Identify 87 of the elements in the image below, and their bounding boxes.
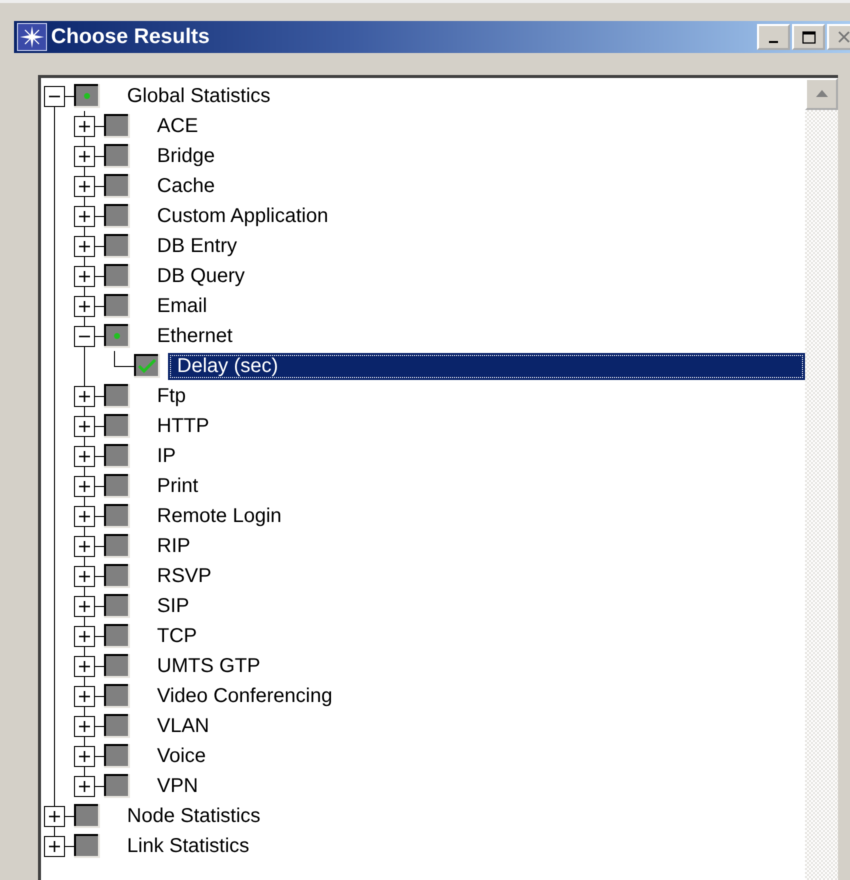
expand-icon[interactable]	[74, 236, 95, 257]
expand-icon[interactable]	[74, 266, 95, 287]
expand-icon[interactable]	[74, 116, 95, 137]
checkbox[interactable]	[104, 504, 130, 528]
tree-item[interactable]: Global Statistics	[118, 82, 280, 110]
expand-icon[interactable]	[74, 596, 95, 617]
tree-item[interactable]: IP	[148, 442, 185, 470]
tree-item[interactable]: DB Query	[148, 262, 254, 290]
expand-icon[interactable]	[74, 566, 95, 587]
tree-item[interactable]: DB Entry	[148, 232, 246, 260]
minimize-button[interactable]	[757, 24, 790, 50]
expand-icon[interactable]	[74, 476, 95, 497]
tree-item[interactable]: SIP	[148, 592, 198, 620]
maximize-button[interactable]	[792, 24, 825, 50]
expand-icon[interactable]	[74, 686, 95, 707]
checkbox[interactable]	[104, 234, 130, 258]
tree-item[interactable]: Bridge	[148, 142, 224, 170]
expand-icon[interactable]	[44, 836, 65, 857]
expand-icon[interactable]	[74, 776, 95, 797]
checkbox[interactable]	[104, 744, 130, 768]
checkbox[interactable]	[104, 564, 130, 588]
expand-icon[interactable]	[74, 446, 95, 467]
tree-item[interactable]: ACE	[148, 112, 208, 140]
checkbox[interactable]	[104, 444, 130, 468]
expand-icon[interactable]	[74, 386, 95, 407]
tree-item[interactable]: Ftp	[148, 382, 195, 410]
checkbox[interactable]	[74, 84, 100, 108]
tree-item[interactable]: Custom Application	[148, 202, 338, 230]
scroll-up-button[interactable]	[805, 78, 838, 110]
tree-item[interactable]: VPN	[148, 772, 208, 800]
tree-item[interactable]: RSVP	[148, 562, 220, 590]
tree-item[interactable]: Link Statistics	[118, 832, 258, 860]
tree-item[interactable]: Node Statistics	[118, 802, 270, 830]
scrollbar[interactable]	[805, 78, 838, 880]
tree-item[interactable]: VLAN	[148, 712, 218, 740]
expand-icon[interactable]	[74, 746, 95, 767]
checkbox[interactable]	[104, 624, 130, 648]
tree-item[interactable]: Cache	[148, 172, 224, 200]
checkbox[interactable]	[104, 474, 130, 498]
tree-item[interactable]: Voice	[148, 742, 215, 770]
checkbox[interactable]	[104, 684, 130, 708]
checkbox[interactable]	[104, 594, 130, 618]
checkbox[interactable]	[104, 774, 130, 798]
checkbox[interactable]	[74, 834, 100, 858]
checkbox[interactable]	[104, 294, 130, 318]
checkbox[interactable]	[104, 144, 130, 168]
window-title: Choose Results	[51, 25, 211, 49]
sparkle-icon	[17, 23, 47, 51]
tree-item[interactable]: Delay (sec)	[168, 352, 805, 380]
expand-icon[interactable]	[74, 206, 95, 227]
up-arrow-icon	[814, 89, 828, 99]
checkbox[interactable]	[104, 114, 130, 138]
checkbox[interactable]	[104, 654, 130, 678]
checkbox[interactable]	[104, 714, 130, 738]
checkbox[interactable]	[134, 354, 160, 378]
expand-icon[interactable]	[74, 416, 95, 437]
tree-item[interactable]: UMTS GTP	[148, 652, 270, 680]
tree-item[interactable]: Ethernet	[148, 322, 242, 350]
maximize-icon	[802, 30, 816, 44]
expand-icon[interactable]	[74, 506, 95, 527]
expand-icon[interactable]	[74, 626, 95, 647]
expand-icon[interactable]	[74, 296, 95, 317]
collapse-icon[interactable]	[44, 86, 65, 107]
tree-item[interactable]: Email	[148, 292, 216, 320]
checkbox[interactable]	[104, 264, 130, 288]
expand-icon[interactable]	[74, 536, 95, 557]
expand-icon[interactable]	[44, 806, 65, 827]
tree-item[interactable]: TCP	[148, 622, 206, 650]
tree-item[interactable]: Video Conferencing	[148, 682, 342, 710]
collapse-icon[interactable]	[74, 326, 95, 347]
tree-item[interactable]: Remote Login	[148, 502, 291, 530]
checkbox[interactable]	[104, 324, 130, 348]
checkbox[interactable]	[104, 414, 130, 438]
close-icon	[838, 31, 850, 43]
tree-item[interactable]: Print	[148, 472, 208, 500]
expand-icon[interactable]	[74, 176, 95, 197]
tree-item[interactable]: RIP	[148, 532, 200, 560]
tree-item[interactable]: HTTP	[148, 412, 218, 440]
checkbox[interactable]	[104, 384, 130, 408]
expand-icon[interactable]	[74, 716, 95, 737]
checkbox[interactable]	[104, 534, 130, 558]
checkbox[interactable]	[104, 174, 130, 198]
minimize-icon	[769, 41, 778, 43]
expand-icon[interactable]	[74, 146, 95, 167]
expand-icon[interactable]	[74, 656, 95, 677]
checkbox[interactable]	[104, 204, 130, 228]
checkbox[interactable]	[74, 804, 100, 828]
